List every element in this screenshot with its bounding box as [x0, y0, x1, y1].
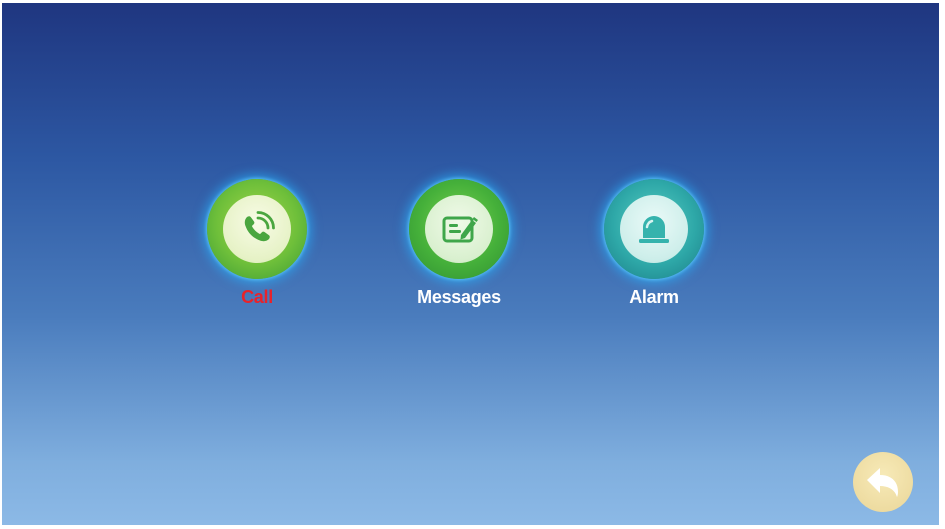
- call-label: Call: [241, 287, 273, 307]
- back-arrow-icon: [867, 468, 898, 497]
- alarm-icon-button[interactable]: [604, 179, 704, 279]
- alarm-label: Alarm: [629, 287, 679, 307]
- messages-label: Messages: [417, 287, 501, 307]
- call-icon-button[interactable]: [207, 179, 307, 279]
- alarm-siren-icon: [639, 216, 669, 243]
- alarm-menu-item[interactable]: Alarm: [584, 179, 724, 308]
- alarm-icon-disc: [620, 195, 688, 263]
- call-menu-item[interactable]: Call: [187, 179, 327, 308]
- messages-icon-button[interactable]: [409, 179, 509, 279]
- back-button[interactable]: [853, 452, 913, 512]
- main-menu-screen: Call Messages Alarm: [2, 3, 939, 525]
- call-icon-disc: [223, 195, 291, 263]
- messages-menu-item[interactable]: Messages: [389, 179, 529, 308]
- phone-icon: [244, 211, 275, 242]
- message-edit-icon: [442, 216, 478, 243]
- messages-icon-disc: [425, 195, 493, 263]
